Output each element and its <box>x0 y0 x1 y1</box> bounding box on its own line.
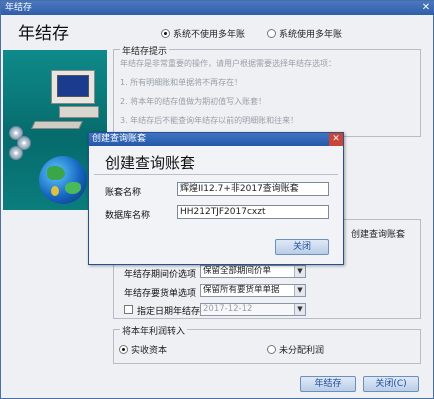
mode-option-label: 系统不使用多年账 <box>173 30 246 40</box>
page-title: 年结存 <box>18 24 69 44</box>
profit-option-paid-capital[interactable]: 实收资本 <box>119 343 167 356</box>
radio-icon[interactable] <box>119 345 128 354</box>
pc-case-icon <box>59 106 99 118</box>
database-name-input[interactable]: HH212TJF2017cxzt <box>177 205 329 219</box>
detail-option-select[interactable]: 保留全部期间价单 ▼ <box>200 265 306 278</box>
chevron-down-icon[interactable]: ▼ <box>294 304 305 315</box>
monitor-icon <box>51 70 95 104</box>
tips-group: 年结存提示 年结存是非常重要的操作，请用户根据需要选择年结存选项： 1. 所有明… <box>113 44 421 137</box>
dialog-close-icon[interactable]: ✕ <box>329 133 343 146</box>
profit-group-title: 将本年利润转入 <box>120 324 188 337</box>
window-close-icon[interactable]: ✕ <box>420 2 432 14</box>
window-title: 年结存 <box>5 3 33 13</box>
detail-option-label: 年结存期间价选项 <box>124 270 197 280</box>
account-name-label: 账套名称 <box>105 188 142 198</box>
radio-icon[interactable] <box>161 29 170 38</box>
chevron-down-icon[interactable]: ▼ <box>294 285 305 296</box>
year-end-button[interactable]: 年结存 <box>300 376 356 392</box>
divider <box>94 174 338 175</box>
payable-option-select[interactable]: 保留所有要货单单据 ▼ <box>200 284 306 297</box>
payable-option-label: 年结存要货单选项 <box>124 289 197 299</box>
create-query-account-label: 创建查询账套 <box>351 230 406 240</box>
mode-option-single-year[interactable]: 系统不使用多年账 <box>161 27 245 40</box>
profit-option-label: 实收资本 <box>131 346 168 356</box>
dialog-title-bar: 创建查询账套 <box>89 133 343 146</box>
close-button[interactable]: 关闭(C) <box>363 376 419 392</box>
tip-line: 1. 所有明细账和单据将不再存在！ <box>120 78 243 87</box>
payable-option-value: 保留所有要货单单据 <box>203 285 280 295</box>
tip-line: 3. 年结存后不能查询年结存以前的明细账和往来！ <box>120 116 299 125</box>
keyboard-icon <box>31 121 83 129</box>
specify-date-checkbox[interactable] <box>124 305 133 314</box>
radio-icon[interactable] <box>267 29 276 38</box>
radio-icon[interactable] <box>267 345 276 354</box>
dialog-heading: 创建查询账套 <box>105 154 196 172</box>
database-name-label: 数据库名称 <box>105 211 151 221</box>
profit-option-undistributed[interactable]: 未分配利润 <box>267 343 324 356</box>
window-title-bar: 年结存 ✕ <box>1 1 434 15</box>
tips-group-title: 年结存提示 <box>120 44 170 57</box>
detail-option-value: 保留全部期间价单 <box>203 266 272 276</box>
dialog-close-button[interactable]: 关闭 <box>275 239 329 255</box>
tip-line: 年结存是非常重要的操作，请用户根据需要选择年结存选项： <box>120 59 336 68</box>
chevron-down-icon[interactable]: ▼ <box>294 266 305 277</box>
create-query-account-dialog: 创建查询账套 ✕ 创建查询账套 账套名称 辉煌II12.7+非2017查询账套 … <box>88 132 344 265</box>
disc-icon <box>9 146 23 160</box>
globe-icon <box>39 156 87 204</box>
account-name-input[interactable]: 辉煌II12.7+非2017查询账套 <box>177 182 329 196</box>
profit-option-label: 未分配利润 <box>279 346 325 356</box>
date-picker[interactable]: 2017-12-12 ▼ <box>200 303 306 316</box>
specify-date-label: 指定日期年结存 <box>137 307 201 317</box>
date-value: 2017-12-12 <box>203 304 253 314</box>
mode-option-label: 系统使用多年账 <box>279 30 343 40</box>
dialog-title: 创建查询账套 <box>92 134 147 144</box>
mode-option-multi-year[interactable]: 系统使用多年账 <box>267 27 342 40</box>
tip-line: 2. 将本年的结存值做为期初值写入账套！ <box>120 97 267 106</box>
